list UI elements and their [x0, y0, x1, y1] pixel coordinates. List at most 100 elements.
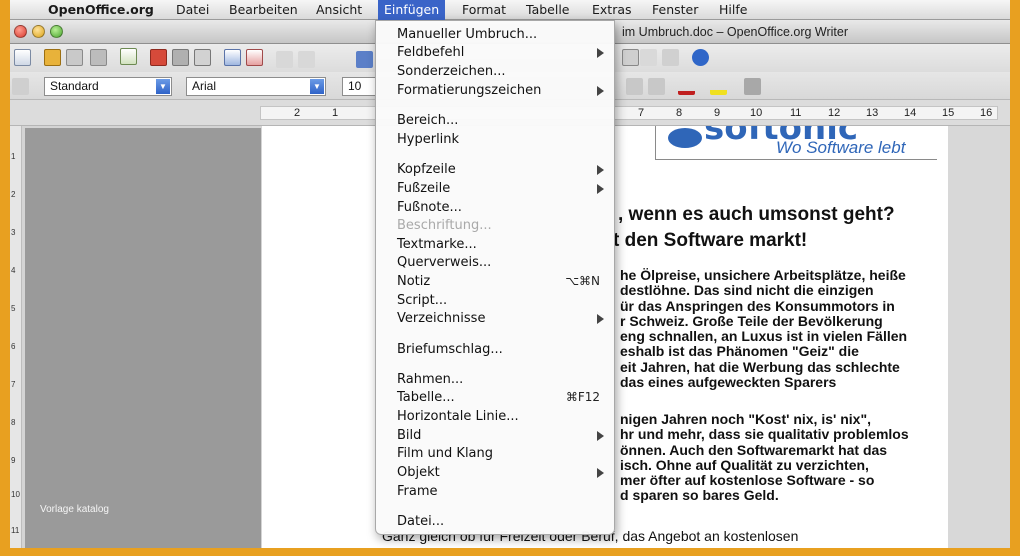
document-right-area [948, 126, 1010, 548]
menu-item-querverweis[interactable]: Querverweis... [376, 254, 614, 272]
send-mail-icon[interactable] [90, 49, 107, 66]
page-preview-icon[interactable] [194, 49, 211, 66]
menu-item-objekt[interactable]: Objekt [376, 464, 614, 482]
logo-image: softonic Wo Software lebt [655, 126, 937, 160]
highlight-icon[interactable] [710, 78, 727, 95]
menu-item-feldbefehl[interactable]: Feldbefehl [376, 44, 614, 62]
submenu-arrow-icon [597, 165, 604, 175]
chevron-down-icon[interactable]: ▼ [156, 79, 170, 94]
menu-bearbeiten[interactable]: Bearbeiten [229, 2, 298, 17]
menu-item-notiz[interactable]: Notiz ⌥⌘N [376, 273, 614, 291]
spellcheck-icon[interactable] [224, 49, 241, 66]
zoom-icon[interactable] [662, 49, 679, 66]
vruler-number: 3 [11, 228, 16, 237]
menu-openoffice[interactable]: OpenOffice.org [48, 2, 154, 17]
menu-item-horizontale-linie[interactable]: Horizontale Linie... [376, 408, 614, 426]
menu-item-formatierungszeichen[interactable]: Formatierungszeichen [376, 82, 614, 100]
decrease-indent-icon[interactable] [648, 78, 665, 95]
background-color-icon[interactable] [744, 78, 761, 95]
insert-menu-dropdown: Manueller Umbruch... Feldbefehl Sonderze… [375, 20, 615, 535]
menu-item-bereich[interactable]: Bereich... [376, 112, 614, 130]
font-color-icon[interactable] [678, 78, 695, 95]
menubar: OpenOffice.org Datei Bearbeiten Ansicht … [10, 0, 1010, 20]
zoom-window-button[interactable] [50, 25, 63, 38]
vruler-number: 1 [11, 152, 16, 161]
menu-item-beschriftung: Beschriftung... [397, 218, 492, 233]
menu-format[interactable]: Format [462, 2, 506, 17]
cut-icon[interactable] [276, 51, 293, 68]
menu-item-bild[interactable]: Bild [376, 427, 614, 445]
text-line: destlöhne. Das sind nicht die einzigen [620, 282, 874, 299]
vruler-number: 5 [11, 304, 16, 313]
paragraph-style-select[interactable]: Standard ▼ [44, 77, 172, 96]
menu-item-script[interactable]: Script... [376, 292, 614, 310]
menu-einfuegen[interactable]: Einfügen [378, 0, 446, 20]
menu-item-hyperlink[interactable]: Hyperlink [376, 131, 614, 149]
vruler-number: 2 [11, 190, 16, 199]
ruler-number: 9 [714, 107, 721, 119]
paragraph-2: nigen Jahren noch "Kost' nix, is' nix", … [620, 411, 909, 504]
headline-line: , wenn es auch umsonst geht? [618, 204, 895, 225]
open-folder-icon[interactable] [44, 49, 61, 66]
font-name-select[interactable]: Arial ▼ [186, 77, 326, 96]
menu-item-film-und-klang[interactable]: Film und Klang [376, 445, 614, 463]
auto-spellcheck-icon[interactable] [246, 49, 263, 66]
menu-item-frame[interactable]: Frame [376, 483, 614, 501]
menu-fenster[interactable]: Fenster [652, 2, 698, 17]
menu-item-rahmen[interactable]: Rahmen... [376, 371, 614, 389]
edit-file-icon[interactable] [120, 48, 137, 65]
text-line: eit Jahren, hat die Werbung das schlecht… [620, 358, 900, 375]
ruler-number: 1 [332, 107, 339, 119]
save-icon[interactable] [66, 49, 83, 66]
menu-item-fusszeile[interactable]: Fußzeile [376, 180, 614, 198]
minimize-window-button[interactable] [32, 25, 45, 38]
menu-ansicht[interactable]: Ansicht [316, 2, 362, 17]
new-document-icon[interactable] [14, 49, 31, 66]
submenu-arrow-icon [597, 184, 604, 194]
text-line: das eines aufgeweckten Sparers [620, 374, 837, 391]
headline-line: t den Software markt! [613, 230, 808, 251]
menu-extras[interactable]: Extras [592, 2, 632, 17]
font-size-value: 10 [348, 79, 362, 93]
submenu-arrow-icon [597, 86, 604, 96]
paste-icon[interactable] [356, 51, 373, 68]
ruler-number: 12 [828, 107, 841, 119]
text-line: isch. Ohne auf Qualität zu verzichten, [620, 456, 869, 473]
menu-tabelle[interactable]: Tabelle [526, 2, 570, 17]
chevron-down-icon[interactable]: ▼ [310, 79, 324, 94]
menu-item-fussnote[interactable]: Fußnote... [376, 199, 614, 217]
text-line: r Schweiz. Große Teile der Bevölkerung [620, 312, 883, 329]
window-title: im Umbruch.doc – OpenOffice.org Writer [622, 25, 849, 39]
submenu-arrow-icon [597, 314, 604, 324]
app-window: OpenOffice.org Datei Bearbeiten Ansicht … [10, 0, 1010, 548]
menu-item-manueller-umbruch[interactable]: Manueller Umbruch... [376, 26, 614, 44]
ruler-number: 11 [790, 107, 802, 119]
menu-datei[interactable]: Datei [176, 2, 209, 17]
close-window-button[interactable] [14, 25, 27, 38]
styles-icon[interactable] [12, 78, 29, 95]
submenu-arrow-icon [597, 431, 604, 441]
increase-indent-icon[interactable] [626, 78, 643, 95]
ruler-band [260, 106, 998, 120]
menu-item-datei[interactable]: Datei... [376, 513, 614, 531]
menu-hilfe[interactable]: Hilfe [719, 2, 747, 17]
menu-item-textmarke[interactable]: Textmarke... [376, 236, 614, 254]
menu-item-verzeichnisse[interactable]: Verzeichnisse [376, 310, 614, 328]
print-icon[interactable] [172, 49, 189, 66]
vruler-number: 8 [11, 418, 16, 427]
submenu-arrow-icon [597, 48, 604, 58]
ruler-number: 2 [294, 107, 301, 119]
font-name-value: Arial [192, 79, 217, 93]
nonprinting-chars-icon[interactable] [640, 49, 657, 66]
menu-item-kopfzeile[interactable]: Kopfzeile [376, 161, 614, 179]
menu-item-sonderzeichen[interactable]: Sonderzeichen... [376, 63, 614, 81]
export-pdf-icon[interactable] [150, 49, 167, 66]
menu-item-briefumschlag[interactable]: Briefumschlag... [376, 341, 614, 359]
table-icon[interactable] [622, 49, 639, 66]
shortcut-label: ⌘F12 [565, 390, 600, 404]
submenu-arrow-icon [597, 468, 604, 478]
font-size-select[interactable]: 10 [342, 77, 376, 96]
help-icon[interactable] [692, 49, 709, 66]
menu-item-tabelle[interactable]: Tabelle... ⌘F12 [376, 389, 614, 407]
copy-icon[interactable] [298, 51, 315, 68]
